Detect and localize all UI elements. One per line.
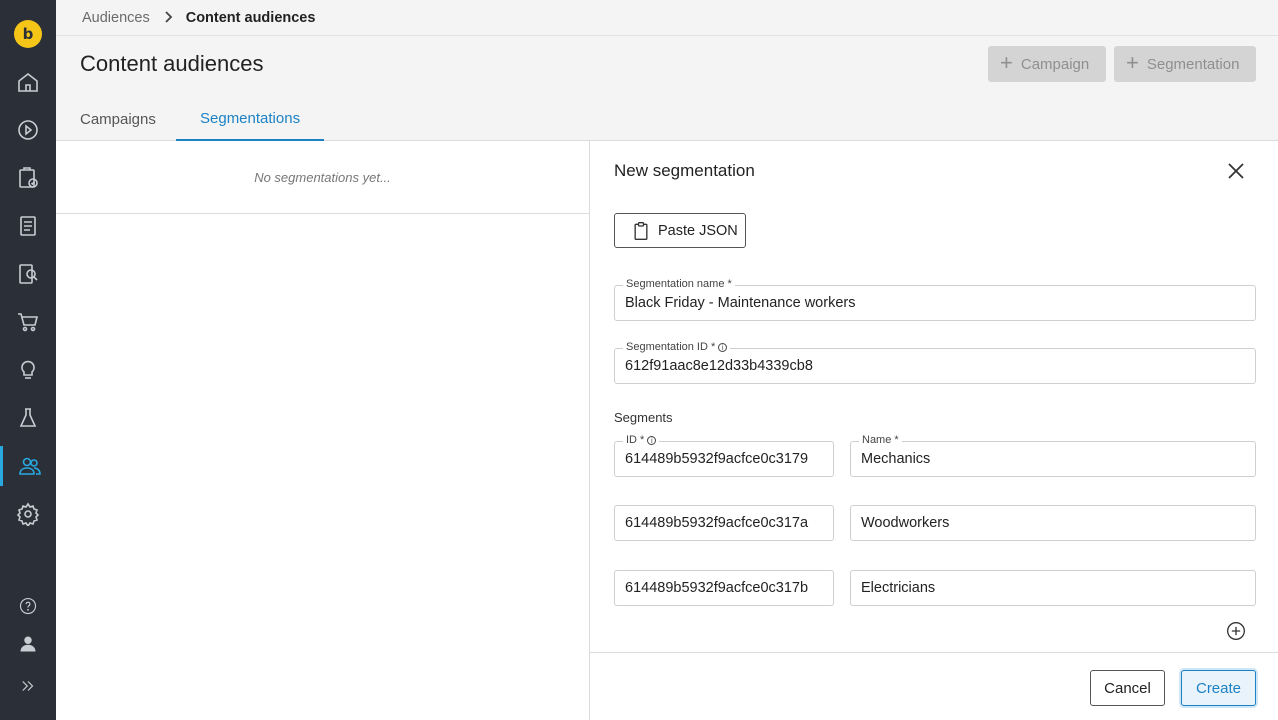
chevron-right-icon: [164, 10, 174, 26]
home-icon: [18, 72, 38, 92]
segment-id-field: [614, 570, 834, 606]
gear-icon: [16, 502, 40, 526]
info-icon[interactable]: i: [718, 342, 728, 352]
user-icon: [20, 636, 36, 652]
form-footer: Cancel Create: [590, 652, 1278, 720]
paste-json-label: Paste JSON: [658, 222, 738, 239]
cart-icon: [18, 313, 39, 332]
segmentations-list: No segmentations yet...: [56, 141, 590, 720]
segmentation-id-field: Segmentation ID * i: [614, 341, 1256, 384]
page-title: Content audiences: [80, 51, 264, 76]
document-search-icon: [19, 264, 38, 284]
nav-expand[interactable]: [0, 666, 56, 706]
cancel-button[interactable]: Cancel: [1090, 670, 1165, 706]
empty-state-text: No segmentations yet...: [56, 141, 589, 214]
tab-bar: Campaigns Segmentations: [56, 97, 1278, 141]
segmentation-name-input[interactable]: [625, 295, 1245, 311]
document-icon: [20, 216, 36, 236]
plus-icon: +: [1126, 50, 1139, 75]
nav-audiences[interactable]: [0, 446, 56, 486]
nav-cart[interactable]: [0, 302, 56, 342]
add-campaign-label: Campaign: [1020, 55, 1090, 73]
nav-search-documents[interactable]: [0, 254, 56, 294]
segment-id-input[interactable]: [625, 515, 823, 531]
nav-home[interactable]: [0, 62, 56, 102]
tab-segmentations[interactable]: Segmentations: [176, 97, 325, 141]
breadcrumb: Audiences Content audiences: [56, 0, 1278, 36]
nav-experiments[interactable]: [0, 398, 56, 438]
segment-id-field: ID * i: [614, 434, 834, 477]
panel-title: New segmentation: [614, 161, 755, 180]
segment-name-input[interactable]: [861, 451, 1245, 467]
segment-name-input[interactable]: [861, 580, 1245, 596]
nav-tasks[interactable]: [0, 158, 56, 198]
nav-profile[interactable]: [0, 624, 56, 664]
add-segmentation-button[interactable]: + Segmentation: [1114, 46, 1256, 82]
segment-name-field: [850, 570, 1256, 606]
segment-id-input[interactable]: [625, 580, 823, 596]
add-segment-icon[interactable]: [1226, 621, 1246, 641]
nav-settings[interactable]: [0, 494, 56, 534]
paste-json-button[interactable]: Paste JSON: [614, 213, 746, 248]
segment-id-input[interactable]: [625, 451, 823, 467]
segment-name-label: Name *: [859, 434, 902, 446]
close-icon[interactable]: [1224, 159, 1248, 183]
segment-name-input[interactable]: [861, 515, 1245, 531]
segmentation-name-label: Segmentation name *: [623, 278, 735, 290]
app-logo[interactable]: b: [14, 20, 42, 48]
add-campaign-button[interactable]: + Campaign: [988, 46, 1106, 82]
info-icon[interactable]: i: [647, 435, 657, 445]
segment-name-field: [850, 505, 1256, 541]
nav-play[interactable]: [0, 110, 56, 150]
create-button[interactable]: Create: [1181, 670, 1256, 706]
clipboard-check-icon: [19, 167, 38, 188]
nav-help[interactable]: [0, 586, 56, 626]
play-icon: [18, 120, 38, 140]
nav-ideas[interactable]: [0, 350, 56, 390]
segments-section-label: Segments: [614, 410, 673, 425]
segmentation-id-input[interactable]: [625, 358, 1245, 374]
expand-icon: [22, 681, 34, 691]
segmentation-name-field: Segmentation name *: [614, 278, 1256, 321]
audience-icon: [18, 457, 41, 475]
breadcrumb-current: Content audiences: [185, 9, 316, 26]
segment-id-field: [614, 505, 834, 541]
sidebar: b: [0, 0, 56, 720]
segmentation-id-label: Segmentation ID *: [626, 341, 716, 353]
plus-icon: +: [1000, 50, 1013, 75]
segment-name-field: Name *: [850, 434, 1256, 477]
segment-id-label: ID *: [626, 434, 645, 446]
help-icon: [19, 597, 37, 615]
lightbulb-icon: [21, 360, 35, 379]
new-segmentation-panel: New segmentation Paste JSON Segmentation…: [590, 141, 1278, 720]
tab-campaigns[interactable]: Campaigns: [56, 97, 180, 141]
breadcrumb-audiences-link[interactable]: Audiences: [82, 10, 150, 26]
flask-icon: [19, 408, 37, 427]
clipboard-icon: [634, 221, 648, 240]
add-segmentation-label: Segmentation: [1146, 55, 1240, 73]
nav-documents[interactable]: [0, 206, 56, 246]
